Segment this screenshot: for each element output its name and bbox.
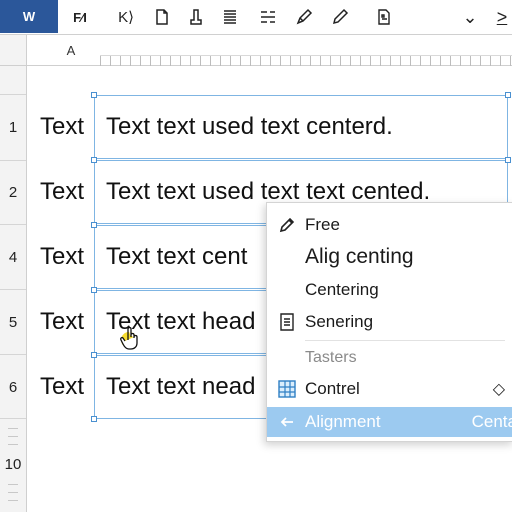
row-number[interactable]: 6 [0,379,26,396]
column-a-label[interactable]: A [56,35,86,65]
menu-item-label: Alignment [305,412,381,431]
clear-format-icon[interactable] [182,4,210,30]
hand-cursor-icon [120,326,138,350]
cell-content[interactable]: Text text cent [106,243,247,271]
ruler-tick [8,484,18,485]
pen-icon[interactable] [290,4,318,30]
row-number[interactable]: 1 [0,119,26,136]
row-divider [0,224,26,225]
resize-handle[interactable] [505,157,511,163]
ruler-tick [8,428,18,429]
diamond-icon: ◇ [492,381,505,398]
resize-handle[interactable] [505,92,511,98]
resize-handle[interactable] [91,92,97,98]
align-justify-icon[interactable] [216,4,244,30]
table-icon [277,379,297,399]
menu-item-contrel[interactable]: Contrel ◇ [267,374,512,404]
resize-handle[interactable] [91,416,97,422]
pencil-icon [277,215,297,235]
document-icon [277,312,297,332]
menu-item-label: Alig centing [305,245,414,268]
document-properties-icon[interactable] [370,4,398,30]
format-painter-icon[interactable]: F⁄I [66,4,94,30]
menu-separator [305,340,505,341]
column-header: A [0,35,512,66]
submenu-value: Centa [471,412,512,431]
ruler-tick [8,444,18,445]
ruler-tick [8,500,18,501]
highlighter-icon[interactable] [326,4,354,30]
ruler-tick [8,436,18,437]
select-all-corner[interactable] [0,35,27,65]
indent-icon[interactable] [254,4,282,30]
menu-item-centering[interactable]: Centering [267,275,512,305]
row-number[interactable]: 2 [0,184,26,201]
row-divider [0,94,26,95]
menu-item-label: Centering [305,280,379,299]
row-label: Text [40,373,85,400]
menu-item-label: Free [305,215,340,234]
next-icon[interactable]: > [488,4,512,30]
horizontal-ruler[interactable] [100,55,512,66]
menu-item-senering[interactable]: Senering [267,307,512,337]
row-divider [0,354,26,355]
row-label: Text [40,178,85,205]
new-document-icon[interactable] [148,4,176,30]
row-label: Text [40,243,85,270]
row-divider [0,418,26,419]
menu-item-label: Senering [305,312,374,331]
ruler-tick [8,492,18,493]
context-menu: Free Alig centing Centering Senering Tas… [266,202,512,442]
row-number[interactable]: 5 [0,314,26,331]
undo-icon[interactable]: K⟩ [112,4,140,30]
menu-section-label: Tasters [305,349,357,366]
resize-handle[interactable] [91,222,97,228]
resize-handle[interactable] [91,287,97,293]
resize-handle[interactable] [91,352,97,358]
cell-content[interactable]: Text text nead [106,373,255,401]
row-label: Text [40,308,85,335]
row-label: Text [40,113,85,140]
row-number[interactable]: 10 [0,456,26,473]
menu-item-align-centering[interactable]: Alig centing [267,242,512,272]
app-logo[interactable]: W [0,0,58,33]
row-number[interactable]: 4 [0,249,26,266]
ribbon-toolbar: W F⁄I K⟩ ⌄ > [0,0,512,35]
menu-section-tasters: Tasters [267,343,512,373]
row-divider [0,160,26,161]
menu-item-label: Contrel [305,379,360,398]
menu-item-alignment[interactable]: Alignment Centa [267,407,512,437]
row-divider [0,289,26,290]
menu-item-free[interactable]: Free [267,210,512,240]
resize-handle[interactable] [91,157,97,163]
chevron-down-icon[interactable]: ⌄ [456,4,484,30]
cell-content[interactable]: Text text used text centerd. [106,113,393,141]
arrow-left-icon [277,412,297,432]
